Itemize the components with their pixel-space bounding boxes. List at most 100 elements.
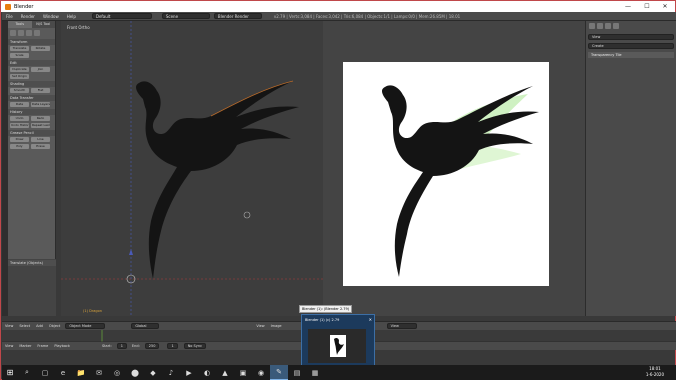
material-icon[interactable]: [605, 23, 611, 29]
tab-tools[interactable]: Tools: [8, 21, 32, 28]
operator-panel: Translate (Objects): [8, 259, 56, 316]
rotate-tool-icon[interactable]: [26, 30, 32, 36]
image-view-menu[interactable]: View: [253, 324, 267, 328]
section-buttons: Data Data Layers: [8, 101, 55, 108]
title-bar: Blender — ☐ ✕: [1, 1, 675, 12]
system-clock[interactable]: 18:01 1-6-2020: [646, 366, 664, 378]
taskbar-app-icon[interactable]: ♪: [162, 365, 180, 380]
thumbnail-close-icon[interactable]: ✕: [369, 317, 372, 322]
start-frame-label: Start:: [101, 344, 112, 348]
tool-shelf: Tools N/S Tool Transform Translate Rotate S…: [8, 21, 56, 259]
properties-panel: View Create Transparency Tile: [585, 21, 676, 316]
tool-button[interactable]: Smooth: [10, 88, 29, 93]
section-buttons: Duplicate Join Set Origin: [8, 66, 55, 80]
tool-button[interactable]: Flat: [31, 88, 50, 93]
tool-button[interactable]: Poly: [10, 144, 29, 149]
tool-button[interactable]: Translate: [10, 46, 29, 51]
pivot-selector[interactable]: Global: [131, 323, 160, 329]
tool-button[interactable]: Undo: [10, 116, 29, 121]
3d-viewport[interactable]: Front Ortho (1) Dragon: [61, 21, 323, 316]
tool-button[interactable]: Redo: [31, 116, 50, 121]
status-stats: v2.79 | Verts:3,084 | Faces:3,042 | Tris…: [273, 13, 461, 19]
timeline-marker-menu[interactable]: Marker: [16, 344, 34, 348]
scale-tool-icon[interactable]: [34, 30, 40, 36]
tool-button[interactable]: Rotate: [31, 46, 50, 51]
taskbar-app-icon[interactable]: ✉: [90, 365, 108, 380]
taskbar-app-icon[interactable]: ◎: [108, 365, 126, 380]
tool-button[interactable]: Erase: [31, 144, 50, 149]
tool-icons-row: [8, 28, 55, 38]
start-frame-field[interactable]: 1: [116, 343, 127, 349]
taskbar-app-icon[interactable]: e: [54, 365, 72, 380]
taskbar-app-icon[interactable]: 📁: [72, 365, 90, 380]
start-button-icon[interactable]: ⊞: [2, 365, 18, 380]
timeline-frame-menu[interactable]: Frame: [34, 344, 51, 348]
operator-title: Translate (Objects): [8, 260, 56, 266]
tool-button[interactable]: Data Layers: [31, 102, 50, 107]
tool-button[interactable]: Join: [31, 67, 50, 72]
taskbar-app-icon[interactable]: ▢: [36, 365, 54, 380]
view-icon[interactable]: [589, 23, 595, 29]
taskbar-app-icon[interactable]: ◉: [252, 365, 270, 380]
minimize-button[interactable]: —: [619, 1, 637, 12]
tool-button[interactable]: Undo History: [10, 123, 29, 128]
image-editor[interactable]: [323, 21, 585, 316]
menu-window[interactable]: Window: [39, 14, 63, 19]
thumbnail-image: [308, 329, 366, 363]
timeline-view-menu[interactable]: View: [2, 344, 16, 348]
taskbar-app-icon[interactable]: ▣: [234, 365, 252, 380]
move-tool-icon[interactable]: [18, 30, 24, 36]
tool-button[interactable]: Repeat Last: [31, 123, 50, 128]
taskbar-app-icon[interactable]: ✎: [270, 365, 288, 380]
taskbar-app-icon[interactable]: ▲: [216, 365, 234, 380]
header-view-menu[interactable]: View: [2, 324, 16, 328]
mode-selector[interactable]: Object Mode: [65, 323, 106, 329]
section-buttons: Smooth Flat: [8, 87, 55, 94]
object-origin-icon: [243, 211, 251, 219]
image-menu[interactable]: Image: [268, 324, 285, 328]
menu-file[interactable]: File: [2, 14, 17, 19]
tool-button[interactable]: Duplicate: [10, 67, 29, 72]
render-icon[interactable]: [613, 23, 619, 29]
menu-help[interactable]: Help: [63, 14, 80, 19]
select-tool-icon[interactable]: [10, 30, 16, 36]
tool-button[interactable]: Set Origin: [10, 74, 29, 79]
taskbar-app-icon[interactable]: ▤: [288, 365, 306, 380]
window-title: Blender: [14, 3, 34, 10]
taskbar-thumbnail-preview[interactable]: Blender (1) (c) 2.79 ✕: [301, 314, 375, 366]
taskbar-app-icon[interactable]: ▦: [306, 365, 324, 380]
view-selector[interactable]: View: [386, 323, 417, 329]
taskbar-app-icon[interactable]: ◆: [144, 365, 162, 380]
tool-button[interactable]: Line: [31, 137, 50, 142]
taskbar-app-icon[interactable]: ⌕: [18, 365, 36, 380]
properties-create-field[interactable]: Create: [588, 43, 674, 49]
layout-selector[interactable]: Default: [91, 13, 152, 19]
header-object-menu[interactable]: Object: [46, 324, 63, 328]
tab-ns-tool[interactable]: N/S Tool: [31, 21, 55, 28]
render-engine-selector[interactable]: Blender Render: [213, 13, 262, 19]
object-icon[interactable]: [597, 23, 603, 29]
close-button[interactable]: ✕: [656, 1, 674, 12]
menu-render[interactable]: Render: [17, 14, 39, 19]
header-select-menu[interactable]: Select: [16, 324, 33, 328]
tool-button[interactable]: Scale: [10, 53, 29, 58]
tool-button[interactable]: Data: [10, 102, 29, 107]
tool-button[interactable]: Draw: [10, 137, 29, 142]
timeline-playback-menu[interactable]: Playback: [51, 344, 73, 348]
header-add-menu[interactable]: Add: [33, 324, 46, 328]
current-frame-field[interactable]: 1: [167, 343, 178, 349]
maximize-button[interactable]: ☐: [638, 1, 656, 12]
dragon-silhouette[interactable]: [136, 80, 299, 279]
clock-date: 1-6-2020: [645, 372, 664, 377]
end-frame-field[interactable]: 250: [144, 343, 160, 349]
properties-view-field[interactable]: View: [588, 34, 674, 40]
blender-app-icon: [5, 3, 11, 10]
sync-selector[interactable]: No Sync: [183, 343, 206, 349]
properties-selected-item[interactable]: Transparency Tile: [588, 52, 674, 58]
image-canvas: [381, 85, 539, 277]
taskbar-app-icon[interactable]: ⬤: [126, 365, 144, 380]
properties-icon-row: [586, 21, 676, 31]
taskbar-app-icon[interactable]: ▶: [180, 365, 198, 380]
scene-selector[interactable]: Scene: [161, 13, 210, 19]
taskbar-app-icon[interactable]: ◐: [198, 365, 216, 380]
